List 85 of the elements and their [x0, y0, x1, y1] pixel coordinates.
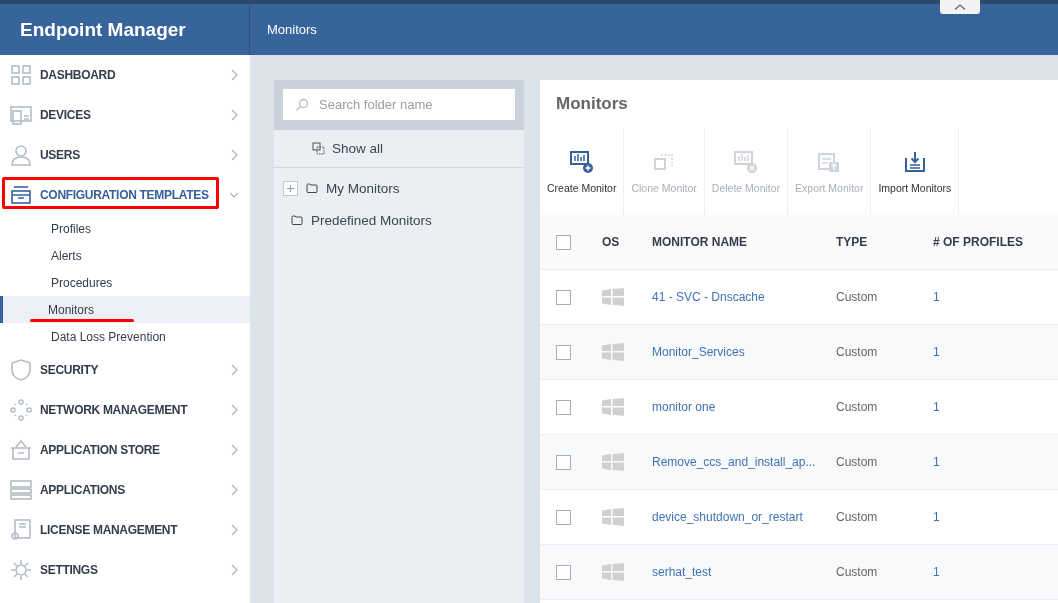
windows-icon [602, 453, 624, 471]
windows-icon [602, 288, 624, 306]
nav-item[interactable]: APPLICATION STORE [0, 430, 250, 470]
chevron-right-icon [230, 564, 238, 576]
profiles-count-link[interactable]: 1 [933, 455, 1058, 469]
expand-icon[interactable] [283, 180, 298, 196]
column-header[interactable]: MONITOR NAME [652, 235, 836, 249]
folder-item[interactable]: Predefined Monitors [311, 212, 432, 228]
select-all-checkbox[interactable] [556, 234, 571, 250]
collapse-tab[interactable] [940, 0, 980, 14]
stack-icon [10, 479, 32, 501]
folder-icon [306, 183, 318, 193]
chevron-right-icon [230, 444, 238, 456]
windows-icon [602, 563, 624, 581]
nav-item[interactable]: SETTINGS [0, 550, 250, 590]
chevron-right-icon [230, 69, 238, 81]
search-field[interactable]: Search folder name [283, 89, 515, 120]
certificate-icon [10, 519, 32, 541]
nav-item[interactable]: NETWORK MANAGEMENT [0, 390, 250, 430]
profiles-count-link[interactable]: 1 [933, 510, 1058, 524]
nav-subitem[interactable]: Monitors [0, 296, 250, 323]
dots-circle-icon [10, 399, 32, 421]
nav-item[interactable]: CONFIGURATION TEMPLATES [0, 175, 250, 215]
row-checkbox[interactable] [556, 289, 571, 305]
monitor-name-link[interactable]: serhat_test [652, 565, 836, 579]
windows-icon [602, 398, 624, 416]
basket-icon [10, 439, 32, 461]
monitor-name-link[interactable]: monitor one [652, 400, 836, 414]
chevron-right-icon [230, 404, 238, 416]
caret-up-icon [954, 4, 966, 10]
monitor-name-link[interactable]: Remove_ccs_and_install_ap... [652, 455, 836, 469]
table-cell-text: Custom [836, 400, 879, 414]
nav-item[interactable]: USERS [0, 135, 250, 175]
nav-subitem[interactable]: Procedures [0, 269, 250, 296]
grid-icon [10, 64, 32, 86]
monitor-name-link[interactable]: Monitor_Services [652, 345, 836, 359]
chevron-right-icon [230, 109, 238, 121]
search-icon [295, 98, 309, 112]
copy-icon [312, 142, 325, 155]
row-checkbox[interactable] [556, 564, 571, 580]
table-cell-text: Custom [836, 510, 879, 524]
folder-item[interactable]: My Monitors [326, 180, 400, 196]
show-all-button[interactable]: Show all [274, 130, 524, 168]
folder-icon [291, 215, 303, 225]
chevron-right-icon [230, 524, 238, 536]
nav-subitem[interactable]: Profiles [0, 215, 250, 242]
panel-title: Monitors [555, 93, 629, 115]
chevron-right-icon [230, 484, 238, 496]
profiles-count-link[interactable]: 1 [933, 565, 1058, 579]
table-cell-text: Custom [836, 565, 879, 579]
row-checkbox[interactable] [556, 399, 571, 415]
windows-icon [602, 508, 624, 526]
column-header[interactable]: TYPE [836, 235, 933, 249]
tray-down-icon [902, 149, 927, 174]
table-cell-text: Custom [836, 345, 879, 359]
monitor-name-link[interactable]: 41 - SVC - Dnscache [652, 290, 836, 304]
nav-subitem[interactable]: Alerts [0, 242, 250, 269]
row-checkbox[interactable] [556, 344, 571, 360]
user-icon [10, 144, 32, 166]
page-title: Monitors [266, 22, 317, 37]
monitor-name-link[interactable]: device_shutdown_or_restart [652, 510, 836, 524]
nav-item[interactable]: DEVICES [0, 95, 250, 135]
monitor-plus-icon [569, 149, 594, 174]
profiles-count-link[interactable]: 1 [933, 345, 1058, 359]
shield-icon [10, 359, 32, 381]
nav-item[interactable]: LICENSE MANAGEMENT [0, 510, 250, 550]
windows-icon [602, 343, 624, 361]
tray-icon [10, 184, 32, 206]
row-checkbox[interactable] [556, 454, 571, 470]
table-cell-text: Custom [836, 290, 879, 304]
column-header[interactable]: OS [602, 235, 652, 249]
profiles-count-link[interactable]: 1 [933, 400, 1058, 414]
table-cell-text: Custom [836, 455, 879, 469]
monitor-icon [10, 104, 32, 126]
row-checkbox[interactable] [556, 509, 571, 525]
chevron-right-icon [230, 364, 238, 376]
nav-item[interactable]: DASHBOARD [0, 55, 250, 95]
nav-subitem[interactable]: Data Loss Prevention [0, 323, 250, 350]
settings-icon [10, 559, 32, 581]
column-header[interactable]: # OF PROFILES [933, 235, 1058, 249]
monitor-x-icon [733, 149, 758, 174]
chevron-right-icon [230, 149, 238, 161]
nav-item[interactable]: SECURITY [0, 350, 250, 390]
profiles-count-link[interactable]: 1 [933, 290, 1058, 304]
nav-item[interactable]: APPLICATIONS [0, 470, 250, 510]
